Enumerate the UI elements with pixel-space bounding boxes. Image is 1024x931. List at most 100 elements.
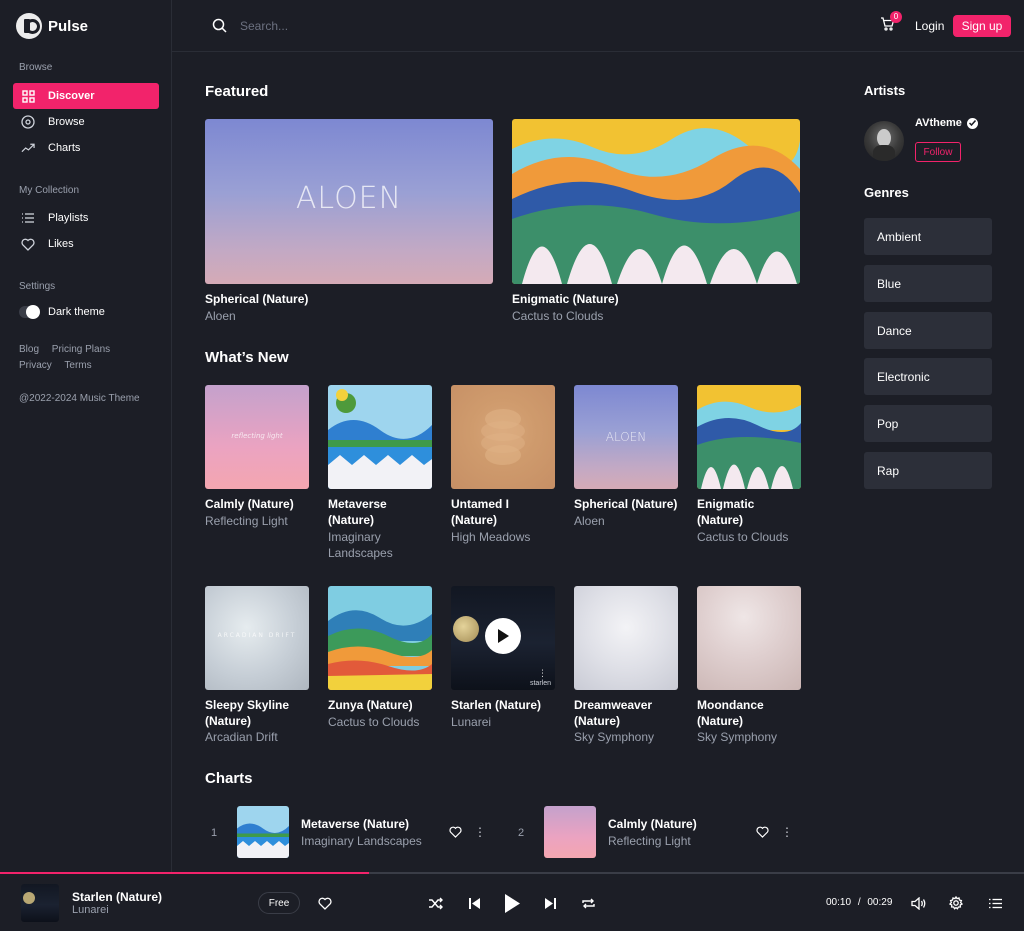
album-cover-untamed[interactable] xyxy=(451,385,555,489)
now-playing-artist[interactable]: Lunarei xyxy=(72,904,109,916)
login-button[interactable]: Login xyxy=(915,19,944,33)
dark-theme-setting: Dark theme xyxy=(19,305,105,319)
app-logo[interactable]: Pulse xyxy=(16,13,88,39)
play-icon xyxy=(498,629,509,643)
privacy-link[interactable]: Privacy xyxy=(19,360,52,371)
search-icon[interactable] xyxy=(212,18,227,38)
album-title-moondance[interactable]: Moondance (Nature) xyxy=(697,697,777,729)
album-artist-spherical[interactable]: Aloen xyxy=(574,513,682,529)
more-icon[interactable]: ⋮ xyxy=(538,668,547,679)
logo-icon xyxy=(16,13,42,39)
chart-title-2[interactable]: Calmly (Nature) xyxy=(608,817,697,831)
album-title-zunya[interactable]: Zunya (Nature) xyxy=(328,697,436,713)
album-title-starlen[interactable]: Starlen (Nature) xyxy=(451,697,559,713)
chart-cover-calmly[interactable] xyxy=(544,806,596,858)
featured-card-enigmatic[interactable] xyxy=(512,119,800,284)
chart-artist-2[interactable]: Reflecting Light xyxy=(608,834,691,848)
heart-icon[interactable] xyxy=(755,825,769,839)
chart-artist-1[interactable]: Imaginary Landscapes xyxy=(301,834,422,848)
chart-cover-metaverse[interactable] xyxy=(237,806,289,858)
genre-ambient[interactable]: Ambient xyxy=(864,218,992,255)
album-cover-calmly[interactable]: reflecting light xyxy=(205,385,309,489)
genre-pop[interactable]: Pop xyxy=(864,405,992,442)
album-artist-dreamweaver[interactable]: Sky Symphony xyxy=(574,729,682,745)
genre-blue[interactable]: Blue xyxy=(864,265,992,302)
artist-name[interactable]: AVtheme xyxy=(915,117,962,129)
album-cover-dreamweaver[interactable] xyxy=(574,586,678,690)
sidebar-item-browse[interactable]: Browse xyxy=(13,109,159,135)
dark-theme-toggle[interactable] xyxy=(19,305,40,319)
more-icon[interactable]: ⋮ xyxy=(781,824,793,840)
artist-avatar[interactable] xyxy=(864,121,904,161)
progress-bar[interactable] xyxy=(0,872,1024,874)
previous-icon[interactable] xyxy=(466,895,482,911)
duration: 00:29 xyxy=(867,897,893,908)
genre-electronic[interactable]: Electronic xyxy=(864,358,992,395)
follow-button[interactable]: Follow xyxy=(915,142,961,162)
album-artist-enigmatic[interactable]: Cactus to Clouds xyxy=(697,529,805,545)
cart-count-badge: 0 xyxy=(890,11,902,23)
sidebar-item-likes[interactable]: Likes xyxy=(13,231,159,257)
album-title-enigmatic[interactable]: Enigmatic (Nature) xyxy=(697,496,777,528)
cover-text: ARCADIAN DRIFT xyxy=(217,632,297,639)
sidebar-item-label: Playlists xyxy=(48,212,89,224)
more-icon[interactable]: ⋮ xyxy=(474,824,486,840)
album-title-spherical[interactable]: Spherical (Nature) xyxy=(574,496,686,512)
queue-list-icon[interactable] xyxy=(987,895,1003,911)
album-title-untamed[interactable]: Untamed I (Nature) xyxy=(451,496,541,528)
blog-link[interactable]: Blog xyxy=(19,344,39,355)
album-cover-metaverse[interactable] xyxy=(328,385,432,489)
album-cover-moondance[interactable] xyxy=(697,586,801,690)
sidebar-item-playlists[interactable]: Playlists xyxy=(13,205,159,231)
album-cover-zunya[interactable] xyxy=(328,586,432,690)
album-artist-zunya[interactable]: Cactus to Clouds xyxy=(328,714,436,730)
shuffle-icon[interactable] xyxy=(427,895,443,911)
album-artist-starlen[interactable]: Lunarei xyxy=(451,714,559,730)
next-icon[interactable] xyxy=(542,895,558,911)
moon-artwork xyxy=(23,892,35,904)
featured-artist-2[interactable]: Cactus to Clouds xyxy=(512,308,772,324)
pricing-plans-link[interactable]: Pricing Plans xyxy=(52,344,110,355)
album-cover-spherical[interactable]: ALOEN xyxy=(574,385,678,489)
charts-title: Charts xyxy=(205,770,253,787)
featured-artist-1[interactable]: Aloen xyxy=(205,308,465,324)
album-title-calmly[interactable]: Calmly (Nature) xyxy=(205,496,313,512)
disc-icon xyxy=(21,115,35,129)
search-input[interactable] xyxy=(240,15,540,37)
featured-card-spherical[interactable]: ALOEN xyxy=(205,119,493,284)
free-button[interactable]: Free xyxy=(258,892,300,914)
trend-icon xyxy=(21,141,35,155)
footer-links-row2: Privacy Terms xyxy=(19,360,102,371)
album-title-dreamweaver[interactable]: Dreamweaver (Nature) xyxy=(574,697,664,729)
time-display: 00:10 / 00:29 xyxy=(826,897,892,908)
repeat-icon[interactable] xyxy=(580,895,596,911)
album-title-metaverse[interactable]: Metaverse (Nature) xyxy=(328,496,418,528)
now-playing-title[interactable]: Starlen (Nature) xyxy=(72,890,162,904)
album-artist-untamed[interactable]: High Meadows xyxy=(451,529,559,545)
terms-link[interactable]: Terms xyxy=(64,360,91,371)
album-artist-moondance[interactable]: Sky Symphony xyxy=(697,729,805,745)
play-button[interactable] xyxy=(501,892,523,914)
genre-dance[interactable]: Dance xyxy=(864,312,992,349)
album-artist-metaverse[interactable]: Imaginary Landscapes xyxy=(328,529,418,561)
featured-title-1[interactable]: Spherical (Nature) xyxy=(205,291,465,307)
chart-title-1[interactable]: Metaverse (Nature) xyxy=(301,817,409,831)
sidebar-item-charts[interactable]: Charts xyxy=(13,135,159,161)
genre-rap[interactable]: Rap xyxy=(864,452,992,489)
volume-icon[interactable] xyxy=(910,895,926,911)
album-cover-sleepy-skyline[interactable]: ARCADIAN DRIFT xyxy=(205,586,309,690)
featured-title-2[interactable]: Enigmatic (Nature) xyxy=(512,291,772,307)
album-artist-calmly[interactable]: Reflecting Light xyxy=(205,513,313,529)
album-artist-sleepy-skyline[interactable]: Arcadian Drift xyxy=(205,729,313,745)
heart-icon[interactable] xyxy=(317,895,333,911)
heart-icon[interactable] xyxy=(448,825,462,839)
album-cover-starlen[interactable]: ⋮ starlen xyxy=(451,586,555,690)
now-playing-cover[interactable] xyxy=(21,884,59,922)
album-cover-enigmatic[interactable] xyxy=(697,385,801,489)
landscape-artwork xyxy=(328,586,432,690)
album-title-sleepy-skyline[interactable]: Sleepy Skyline (Nature) xyxy=(205,697,300,729)
settings-gear-icon[interactable] xyxy=(948,895,964,911)
sidebar-item-discover[interactable]: Discover xyxy=(13,83,159,109)
play-overlay-button[interactable] xyxy=(485,618,521,654)
signup-button[interactable]: Sign up xyxy=(953,15,1011,37)
